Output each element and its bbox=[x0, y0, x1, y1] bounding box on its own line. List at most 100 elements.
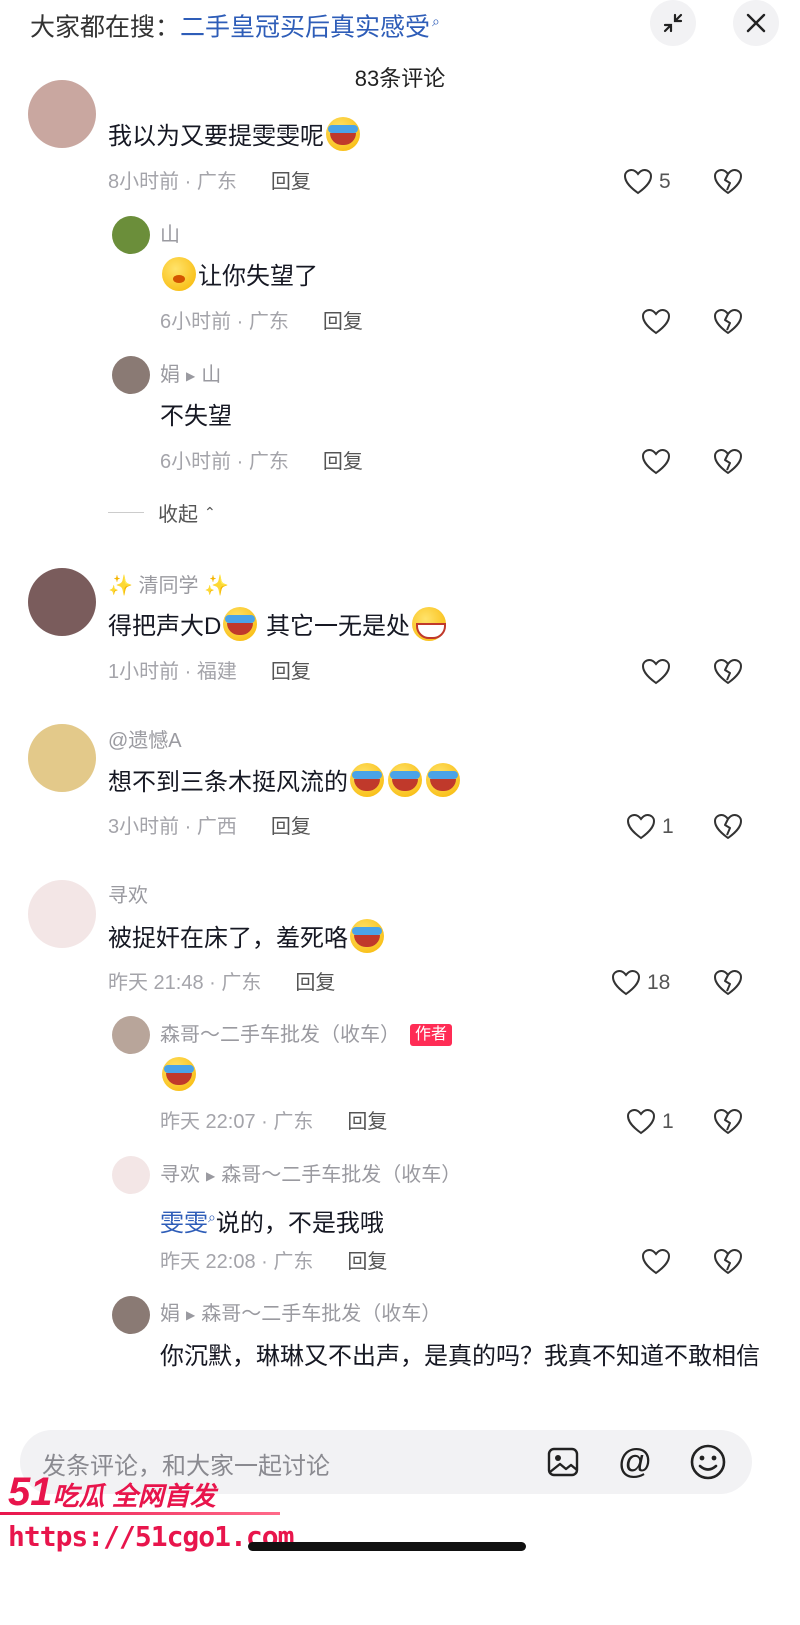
reply-button[interactable]: 回复 bbox=[347, 1251, 387, 1273]
avatar[interactable] bbox=[112, 1156, 150, 1194]
at-icon: @ bbox=[617, 1442, 653, 1481]
heart-outline-icon bbox=[641, 1248, 671, 1276]
reply-button[interactable]: 回复 bbox=[347, 1111, 387, 1133]
crying-laugh-emoji bbox=[426, 763, 460, 797]
broken-heart-icon[interactable] bbox=[713, 813, 743, 841]
comment-meta: 昨天 22:07 · 广东 回复 bbox=[160, 1111, 388, 1133]
divider bbox=[108, 512, 144, 513]
watermark-underline bbox=[0, 1512, 280, 1515]
like-count: 18 bbox=[647, 971, 671, 994]
broken-heart-icon[interactable] bbox=[713, 448, 743, 476]
comment-text: 我以为又要提雯雯呢 bbox=[108, 116, 362, 158]
avatar[interactable] bbox=[28, 880, 96, 948]
reply-button[interactable]: 回复 bbox=[271, 816, 311, 838]
reply-button[interactable]: 回复 bbox=[323, 311, 363, 333]
reply-arrow-icon: ▶ bbox=[186, 1307, 196, 1322]
search-icon: ⌕ bbox=[432, 13, 440, 29]
reply-button[interactable]: 回复 bbox=[295, 972, 335, 994]
reply-button[interactable]: 回复 bbox=[271, 171, 311, 193]
avatar[interactable] bbox=[112, 1296, 150, 1334]
like-button[interactable]: 18 bbox=[611, 969, 670, 997]
search-prefix: 大家都在搜： bbox=[30, 13, 181, 42]
avatar[interactable] bbox=[28, 568, 96, 636]
comment-text: 不失望 bbox=[160, 403, 232, 430]
image-icon bbox=[547, 1447, 579, 1477]
like-button[interactable] bbox=[641, 448, 671, 476]
broken-heart-icon[interactable] bbox=[713, 1108, 743, 1136]
broken-heart-icon[interactable] bbox=[713, 1248, 743, 1276]
heart-outline-icon bbox=[611, 969, 641, 997]
crying-laugh-emoji bbox=[223, 607, 258, 641]
heart-outline-icon bbox=[641, 448, 671, 476]
like-count: 1 bbox=[662, 1110, 674, 1133]
like-button[interactable]: 1 bbox=[626, 813, 674, 841]
like-button[interactable]: 5 bbox=[623, 168, 671, 196]
crying-laugh-emoji bbox=[326, 117, 360, 151]
avatar[interactable] bbox=[112, 356, 150, 394]
comment-meta: 昨天 22:08 · 广东 回复 bbox=[160, 1251, 388, 1273]
crying-laugh-emoji bbox=[388, 763, 422, 797]
search-suggestion-bar: 大家都在搜：二手皇冠买后真实感受 ⌕ bbox=[0, 0, 800, 60]
heart-outline-icon bbox=[626, 813, 656, 841]
heart-outline-icon bbox=[641, 658, 671, 686]
comment-meta: 8小时前 · 广东 回复 bbox=[108, 171, 311, 193]
avatar[interactable] bbox=[28, 724, 96, 792]
comment-text: 想不到三条木挺风流的 bbox=[108, 762, 462, 804]
reply-button[interactable]: 回复 bbox=[271, 661, 311, 683]
comment-meta: 1小时前 · 福建 回复 bbox=[108, 661, 311, 683]
collapse-button[interactable] bbox=[650, 0, 696, 46]
username[interactable]: 娟 ▶ 森哥～二手车批发（收车） bbox=[160, 1300, 441, 1329]
comment-text bbox=[160, 1056, 198, 1098]
image-button[interactable] bbox=[543, 1442, 583, 1482]
smiley-icon bbox=[690, 1444, 726, 1480]
username[interactable]: 寻欢 bbox=[108, 882, 148, 910]
like-button[interactable] bbox=[641, 1248, 671, 1276]
avatar[interactable] bbox=[112, 1016, 150, 1054]
reply-button[interactable]: 回复 bbox=[323, 451, 363, 473]
shy-emoji bbox=[162, 257, 196, 291]
avatar[interactable] bbox=[28, 80, 96, 148]
search-keyword-link[interactable]: 二手皇冠买后真实感受 bbox=[180, 13, 430, 41]
like-button[interactable] bbox=[641, 658, 671, 686]
heart-outline-icon bbox=[641, 308, 671, 336]
close-icon bbox=[746, 13, 766, 33]
username[interactable]: 森哥～二手车批发（收车） 作者 bbox=[160, 1021, 453, 1049]
broken-heart-icon[interactable] bbox=[713, 308, 743, 336]
comment-meta: 昨天 21:48 · 广东 回复 bbox=[108, 972, 336, 994]
at-button[interactable]: @ bbox=[615, 1442, 655, 1482]
emoji-button[interactable] bbox=[688, 1442, 728, 1482]
comment-text: 雯雯⌕说的，不是我哦 bbox=[160, 1209, 384, 1237]
like-button[interactable] bbox=[641, 308, 671, 336]
chevron-up-icon: ⌃ bbox=[204, 504, 216, 520]
comment-meta: 6小时前 · 广东 回复 bbox=[160, 451, 363, 473]
like-count: 1 bbox=[662, 815, 674, 838]
crying-laugh-emoji bbox=[350, 919, 384, 953]
comment-text: 你沉默，琳琳又不出声，是真的吗？我真不知道不敢相信 bbox=[160, 1343, 760, 1370]
avatar[interactable] bbox=[112, 216, 150, 254]
reply-arrow-icon: ▶ bbox=[186, 368, 196, 383]
grin-emoji bbox=[412, 607, 447, 641]
username[interactable]: ✨ 清同学 ✨ bbox=[108, 572, 229, 600]
broken-heart-icon[interactable] bbox=[713, 168, 743, 196]
watermark-logo: 51吃瓜 全网首发 bbox=[8, 1470, 216, 1514]
broken-heart-icon[interactable] bbox=[713, 658, 743, 686]
mention-link[interactable]: 雯雯 bbox=[160, 1210, 208, 1237]
heart-outline-icon bbox=[626, 1108, 656, 1136]
comment-meta: 3小时前 · 广西 回复 bbox=[108, 816, 311, 838]
username[interactable]: 山 bbox=[160, 221, 180, 249]
comment-meta: 6小时前 · 广东 回复 bbox=[160, 311, 363, 333]
username[interactable]: 寻欢 ▶ 森哥～二手车批发（收车） bbox=[160, 1161, 461, 1190]
comment-count: 83条评论 bbox=[354, 66, 446, 91]
broken-heart-icon[interactable] bbox=[713, 969, 743, 997]
search-suggestion[interactable]: 大家都在搜：二手皇冠买后真实感受 ⌕ bbox=[30, 2, 440, 46]
collapse-replies-button[interactable]: 收起 ⌃ bbox=[108, 498, 216, 527]
home-indicator[interactable] bbox=[248, 1542, 526, 1551]
like-button[interactable]: 1 bbox=[626, 1108, 674, 1136]
search-icon: ⌕ bbox=[208, 1209, 216, 1225]
collapse-icon bbox=[663, 13, 683, 33]
crying-laugh-emoji bbox=[162, 1057, 196, 1091]
heart-outline-icon bbox=[623, 168, 653, 196]
username[interactable]: @遗憾A bbox=[108, 727, 182, 755]
username[interactable]: 娟 ▶ 山 bbox=[160, 361, 221, 390]
close-button[interactable] bbox=[733, 0, 779, 46]
